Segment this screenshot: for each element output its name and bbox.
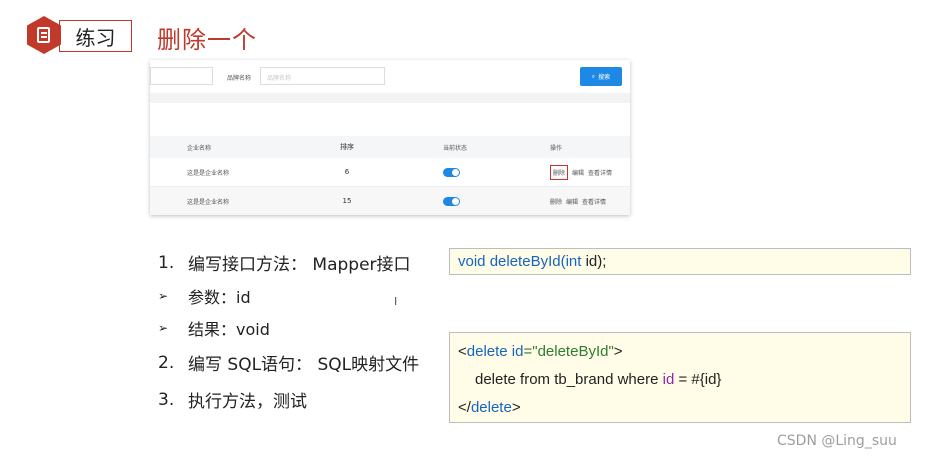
mapper-method-code: void deleteById(int id); bbox=[449, 248, 911, 275]
brand-name-input[interactable]: 品牌名称 bbox=[260, 67, 385, 85]
sql-mapping-code: <delete id="deleteById"> delete from tb_… bbox=[449, 332, 911, 423]
text-cursor-icon: I bbox=[394, 295, 398, 308]
code-bracket: > bbox=[613, 343, 623, 360]
step-2: 2. 编写 SQL语句： SQL映射文件 bbox=[158, 350, 420, 376]
status-cell bbox=[443, 158, 460, 186]
search-button-label: 搜索 bbox=[598, 74, 611, 81]
step-number: 2. bbox=[158, 352, 175, 373]
arrow-bullet-icon: ➢ bbox=[158, 289, 169, 303]
exercise-tag: 练习 bbox=[59, 20, 132, 52]
table-row: 这是是企业名称 15 删除 编辑 查看详情 bbox=[150, 187, 630, 215]
table-row: 这是是企业名称 6 删除 编辑 查看详情 bbox=[150, 158, 630, 187]
brand-name-label: 品牌名称 bbox=[227, 75, 252, 82]
code-bracket: </ bbox=[458, 399, 471, 416]
code-method: deleteById( bbox=[485, 253, 566, 270]
column-header: 排序 bbox=[340, 143, 354, 151]
delete-link[interactable]: 删除 bbox=[550, 164, 569, 180]
page-title: 删除一个 bbox=[157, 26, 257, 54]
company-name-cell: 这是是企业名称 bbox=[187, 198, 230, 206]
step-number: 1. bbox=[158, 252, 175, 273]
toolbar-divider bbox=[150, 93, 630, 103]
code-line: delete from tb_brand where id = #{id} bbox=[475, 371, 721, 388]
status-cell bbox=[443, 187, 460, 215]
status-toggle[interactable] bbox=[443, 167, 460, 177]
code-keyword: void bbox=[458, 253, 486, 270]
column-header: 操作 bbox=[550, 144, 563, 152]
search-button[interactable]: ⌕ 搜索 bbox=[580, 67, 622, 86]
step-1: 1. 编写接口方法： Mapper接口 bbox=[158, 250, 411, 276]
document-icon bbox=[37, 27, 50, 43]
code-string: ="deleteById" bbox=[523, 343, 614, 360]
step-number: 3. bbox=[158, 389, 175, 410]
table-header: 企业名称 排序 当前状态 操作 bbox=[150, 136, 630, 158]
view-details-link[interactable]: 查看详情 bbox=[588, 168, 612, 177]
step-text: 参数：id bbox=[188, 288, 251, 307]
view-details-link[interactable]: 查看详情 bbox=[582, 197, 606, 206]
edit-link[interactable]: 编辑 bbox=[566, 197, 578, 206]
step-param: ➢ 参数：id bbox=[158, 284, 251, 308]
delete-link[interactable]: 删除 bbox=[550, 197, 562, 206]
code-text: delete from tb_brand where bbox=[475, 371, 663, 388]
code-tag: delete bbox=[470, 399, 512, 416]
column-header: 企业名称 bbox=[187, 144, 212, 152]
step-text: 编写 SQL语句： SQL映射文件 bbox=[188, 355, 420, 375]
watermark: CSDN @Ling_suu bbox=[777, 433, 897, 449]
code-column: id bbox=[662, 371, 675, 388]
company-name-cell: 这是是企业名称 bbox=[187, 169, 230, 177]
brand-table-screenshot: 品牌名称 品牌名称 ⌕ 搜索 企业名称 排序 当前状态 操作 这是是企业名称 6… bbox=[150, 60, 630, 215]
step-text: 编写接口方法： Mapper接口 bbox=[188, 255, 411, 275]
arrow-bullet-icon: ➢ bbox=[158, 321, 169, 335]
code-line: <delete id="deleteById"> bbox=[458, 343, 623, 360]
operations-cell: 删除 编辑 查看详情 bbox=[550, 187, 606, 215]
step-text: 结果：void bbox=[188, 320, 270, 339]
step-text: 执行方法，测试 bbox=[188, 392, 307, 412]
search-icon: ⌕ bbox=[591, 72, 596, 80]
exercise-tag-label: 练习 bbox=[75, 25, 116, 50]
step-result: ➢ 结果：void bbox=[158, 316, 270, 340]
code-line: </delete> bbox=[458, 399, 521, 416]
code-tag: delete bbox=[466, 343, 508, 360]
filter-input[interactable] bbox=[150, 67, 213, 85]
code-attr: id bbox=[507, 343, 524, 360]
code-bracket: < bbox=[458, 343, 467, 360]
operations-cell: 删除 编辑 查看详情 bbox=[550, 158, 612, 186]
code-text: id); bbox=[581, 253, 607, 270]
code-keyword: int bbox=[565, 253, 582, 270]
sort-cell: 15 bbox=[342, 197, 352, 205]
column-header: 当前状态 bbox=[443, 144, 468, 152]
code-text: = #{id} bbox=[674, 371, 722, 388]
code-bracket: > bbox=[511, 399, 521, 416]
step-3: 3. 执行方法，测试 bbox=[158, 387, 307, 413]
edit-link[interactable]: 编辑 bbox=[572, 168, 584, 177]
sort-cell: 6 bbox=[344, 168, 350, 176]
status-toggle[interactable] bbox=[443, 196, 460, 206]
